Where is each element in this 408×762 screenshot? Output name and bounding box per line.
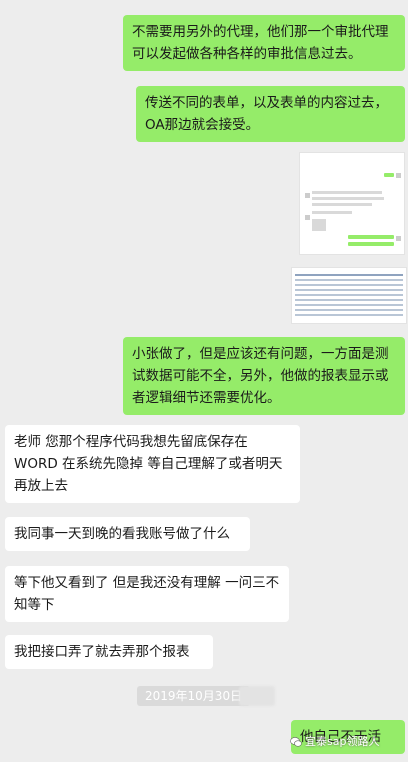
message-text: 我同事一天到晚的看我账号做了什么 xyxy=(14,526,230,542)
message-text: 老师 您那个程序代码我想先留底保存在WORD 在系统先隐掉 等自己理解了或者明天… xyxy=(14,434,283,494)
message-text: 等下他又看到了 但是我还没有理解 一问三不知等下 xyxy=(14,575,280,613)
message-received-4[interactable]: 我把接口弄了就去弄那个报表 xyxy=(5,635,213,669)
message-text: 传送不同的表单，以及表单的内容过去，OA那边就会接受。 xyxy=(145,95,388,133)
message-sent-2[interactable]: 传送不同的表单，以及表单的内容过去，OA那边就会接受。 xyxy=(136,86,405,142)
watermark: 宜泰sap领路人 xyxy=(305,735,380,748)
message-received-3[interactable]: 等下他又看到了 但是我还没有理解 一问三不知等下 xyxy=(5,566,289,622)
message-sent-1[interactable]: 不需要用另外的代理，他们那一个审批代理可以发起做各种各样的审批信息过去。 xyxy=(123,15,405,71)
image-thumbnail-chat-screenshot[interactable] xyxy=(299,152,405,255)
wechat-logo-icon xyxy=(290,737,302,747)
message-text: 小张做了，但是应该还有问题，一方面是测试数据可能不全，另外，他做的报表显示或者逻… xyxy=(132,346,389,406)
message-text: 不需要用另外的代理，他们那一个审批代理可以发起做各种各样的审批信息过去。 xyxy=(132,24,389,62)
image-thumbnail-spreadsheet[interactable] xyxy=(291,267,407,324)
chat-window: 不需要用另外的代理，他们那一个审批代理可以发起做各种各样的审批信息过去。 传送不… xyxy=(0,0,408,762)
date-separator: 2019年10月30日 xyxy=(137,686,251,706)
message-received-2[interactable]: 我同事一天到晚的看我账号做了什么 xyxy=(5,517,250,551)
message-sent-3[interactable]: 小张做了，但是应该还有问题，一方面是测试数据可能不全，另外，他做的报表显示或者逻… xyxy=(123,337,405,415)
date-blur-overlay xyxy=(239,686,275,706)
message-text: 我把接口弄了就去弄那个报表 xyxy=(14,644,190,660)
message-received-1[interactable]: 老师 您那个程序代码我想先留底保存在WORD 在系统先隐掉 等自己理解了或者明天… xyxy=(5,425,300,503)
